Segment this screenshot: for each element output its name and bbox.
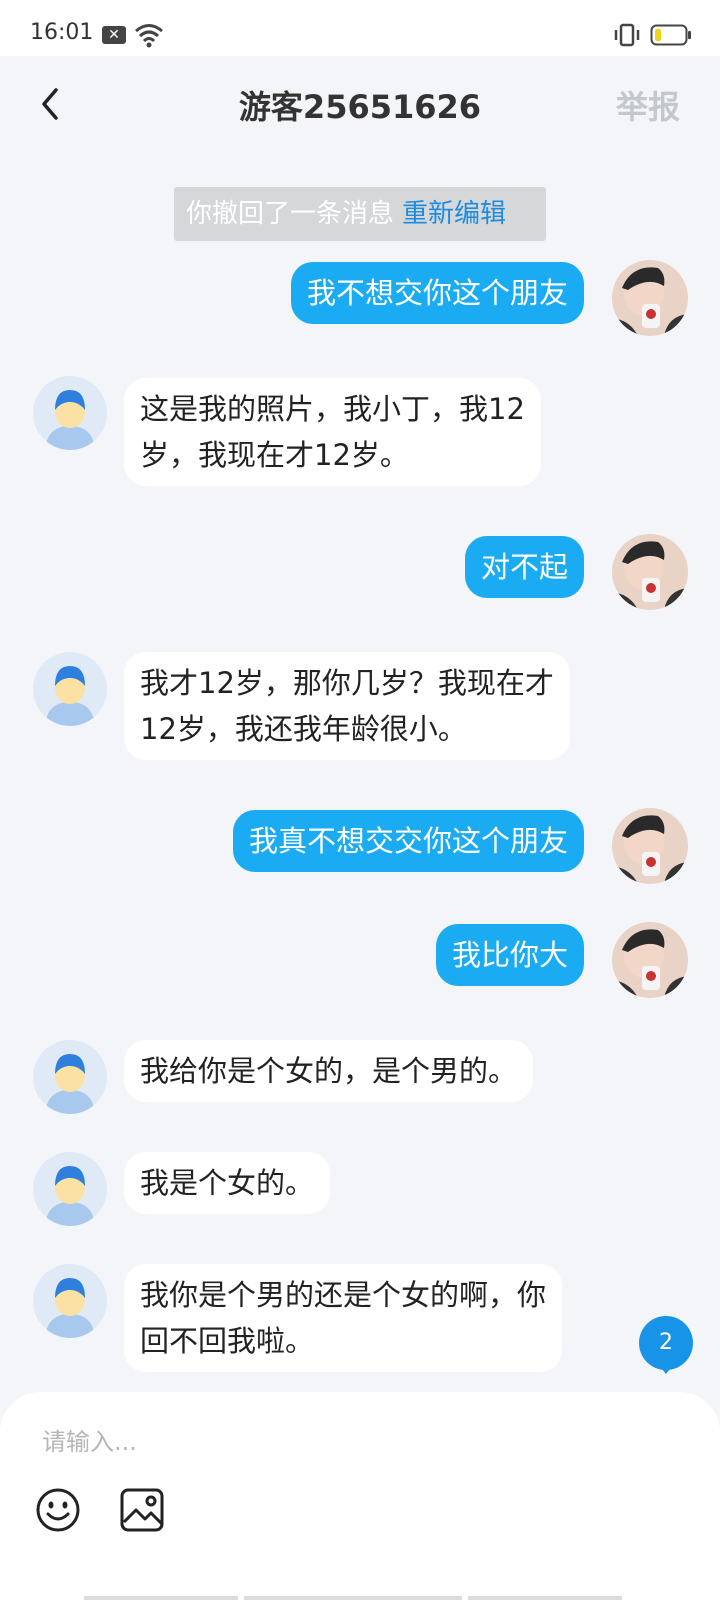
unread-count-badge[interactable]: 2 bbox=[639, 1316, 693, 1370]
gesture-bar-segment bbox=[468, 1596, 622, 1600]
contact-avatar[interactable] bbox=[33, 652, 107, 726]
self-avatar[interactable] bbox=[612, 260, 688, 336]
gesture-bar-segment bbox=[84, 1596, 238, 1600]
chevron-left-icon bbox=[42, 88, 58, 120]
default-user-icon bbox=[45, 1278, 95, 1338]
back-button[interactable] bbox=[28, 80, 76, 128]
contact-avatar[interactable] bbox=[33, 1264, 107, 1338]
re-edit-link[interactable]: 重新编辑 bbox=[402, 199, 506, 229]
status-time: 16:01 bbox=[30, 20, 94, 45]
emoji-icon[interactable] bbox=[34, 1486, 82, 1534]
message-bubble-outgoing[interactable]: 我真不想交交你这个朋友 bbox=[232, 810, 584, 872]
default-user-icon bbox=[45, 1054, 95, 1114]
status-bar: 16:01 ✕ bbox=[0, 0, 720, 56]
contact-avatar[interactable] bbox=[33, 1040, 107, 1114]
report-button[interactable]: 举报 bbox=[616, 82, 680, 128]
default-user-icon bbox=[45, 666, 95, 726]
battery-icon bbox=[650, 24, 691, 46]
contact-avatar[interactable] bbox=[33, 1152, 107, 1226]
avatar-photo-image bbox=[612, 922, 688, 998]
message-input[interactable] bbox=[42, 1420, 662, 1464]
message-bubble-incoming[interactable]: 我你是个男的还是个女的啊，你 回不回我啦。 bbox=[124, 1264, 563, 1372]
vibrate-icon bbox=[614, 23, 640, 47]
message-bubble-incoming[interactable]: 我给你是个女的，是个男的。 bbox=[124, 1040, 534, 1102]
message-bubble-incoming[interactable]: 我才12岁，那你几岁？我现在才 12岁，我还我年龄很小。 bbox=[124, 652, 570, 760]
gesture-bar-segment bbox=[244, 1596, 462, 1600]
contact-avatar[interactable] bbox=[33, 376, 107, 450]
message-bubble-outgoing[interactable]: 对不起 bbox=[464, 536, 584, 598]
message-bubble-outgoing[interactable]: 我比你大 bbox=[435, 924, 584, 986]
self-avatar[interactable] bbox=[612, 808, 688, 884]
recall-notice: 你撤回了一条消息 重新编辑 bbox=[174, 187, 546, 241]
avatar-photo-image bbox=[612, 260, 688, 336]
recall-notice-text: 你撤回了一条消息 bbox=[186, 199, 395, 229]
input-panel bbox=[0, 1392, 720, 1600]
unread-badge-pointer bbox=[658, 1364, 674, 1374]
self-avatar[interactable] bbox=[612, 922, 688, 998]
image-icon[interactable] bbox=[118, 1486, 166, 1534]
page-title: 游客25651626 bbox=[238, 88, 482, 126]
message-bubble-outgoing[interactable]: 我不想交你这个朋友 bbox=[290, 262, 584, 324]
message-bubble-incoming[interactable]: 这是我的照片，我小丁，我12 岁，我现在才12岁。 bbox=[124, 378, 541, 486]
self-avatar[interactable] bbox=[612, 534, 688, 610]
avatar-photo-image bbox=[612, 808, 688, 884]
default-user-icon bbox=[45, 390, 95, 450]
avatar-photo-image bbox=[612, 534, 688, 610]
message-bubble-incoming[interactable]: 我是个女的。 bbox=[124, 1152, 331, 1214]
notification-icon: ✕ bbox=[102, 26, 126, 44]
wifi-icon bbox=[135, 24, 163, 48]
default-user-icon bbox=[45, 1166, 95, 1226]
chat-header: 游客25651626 举报 bbox=[0, 56, 720, 152]
